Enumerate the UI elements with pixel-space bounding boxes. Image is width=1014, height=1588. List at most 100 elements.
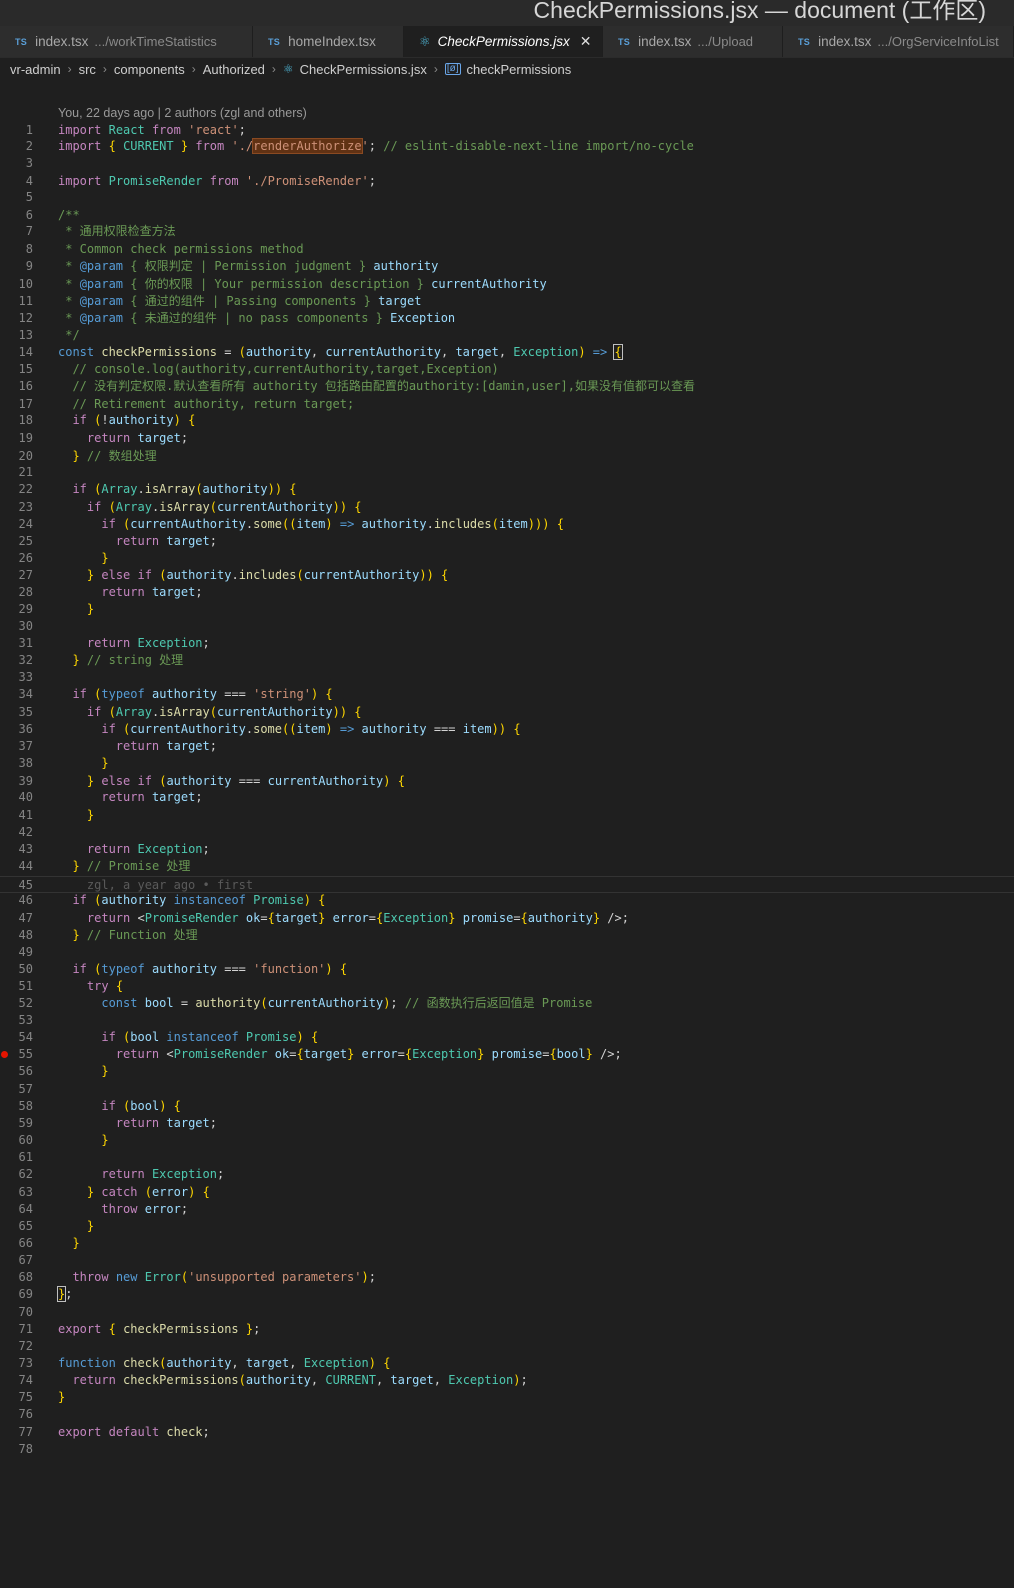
line-number[interactable]: 73 (0, 1355, 33, 1372)
line-number[interactable]: 22 (0, 481, 33, 498)
code-line[interactable]: 43 return Exception; (0, 841, 1014, 858)
breakpoint-icon[interactable] (1, 1051, 8, 1058)
code-line[interactable]: 60 } (0, 1132, 1014, 1149)
line-number[interactable]: 36 (0, 721, 33, 738)
code-line[interactable]: 21 (0, 464, 1014, 481)
code-line[interactable]: 52 const bool = authority(currentAuthori… (0, 995, 1014, 1012)
line-number[interactable]: 56 (0, 1063, 33, 1080)
code-line[interactable]: 8 * Common check permissions method (0, 241, 1014, 258)
line-number[interactable]: 74 (0, 1372, 33, 1389)
code-line[interactable]: 65 } (0, 1218, 1014, 1235)
code-line[interactable]: 58 if (bool) { (0, 1098, 1014, 1115)
code-line[interactable]: 24 if (currentAuthority.some((item) => a… (0, 516, 1014, 533)
breadcrumb-item-authorized[interactable]: Authorized (203, 62, 265, 77)
code-line[interactable]: 71 export { checkPermissions }; (0, 1321, 1014, 1338)
line-number[interactable]: 61 (0, 1149, 33, 1166)
line-number[interactable]: 19 (0, 430, 33, 447)
code-line[interactable]: 78 (0, 1441, 1014, 1458)
code-line[interactable]: 54 if (bool instanceof Promise) { (0, 1029, 1014, 1046)
code-line[interactable]: 11 * @param { 通过的组件 | Passing components… (0, 293, 1014, 310)
code-line[interactable]: 72 (0, 1338, 1014, 1355)
line-number[interactable]: 67 (0, 1252, 33, 1269)
code-line[interactable]: 61 (0, 1149, 1014, 1166)
line-number[interactable]: 78 (0, 1441, 33, 1458)
code-line[interactable]: 2 import { CURRENT } from './renderAuthor… (0, 138, 1014, 155)
code-line[interactable]: 42 (0, 824, 1014, 841)
tab-homeindex[interactable]: TS homeIndex.tsx (253, 26, 404, 57)
code-line[interactable]: 63 } catch (error) { (0, 1184, 1014, 1201)
line-number[interactable]: 10 (0, 276, 33, 293)
code-line[interactable]: 37 return target; (0, 738, 1014, 755)
line-number[interactable]: 32 (0, 652, 33, 669)
tab-index-orgserviceinfolist[interactable]: TS index.tsx .../OrgServiceInfoList (783, 26, 1014, 57)
line-number[interactable]: 39 (0, 773, 33, 790)
line-number[interactable]: 12 (0, 310, 33, 327)
line-number[interactable]: 38 (0, 755, 33, 772)
line-number[interactable]: 76 (0, 1406, 33, 1423)
breadcrumb-item-file[interactable]: CheckPermissions.jsx (300, 62, 427, 77)
codelens-blame[interactable]: You, 22 days ago | 2 authors (zgl and ot… (58, 106, 307, 120)
line-number[interactable]: 52 (0, 995, 33, 1012)
code-line[interactable]: 55 return <PromiseRender ok={target} err… (0, 1046, 1014, 1063)
breadcrumb-item-vr-admin[interactable]: vr-admin (10, 62, 61, 77)
code-line[interactable]: 68 throw new Error('unsupported paramete… (0, 1269, 1014, 1286)
line-number[interactable]: 27 (0, 567, 33, 584)
code-line[interactable]: 66 } (0, 1235, 1014, 1252)
line-number[interactable]: 71 (0, 1321, 33, 1338)
line-number[interactable]: 2 (0, 138, 33, 155)
line-number[interactable]: 17 (0, 396, 33, 413)
line-number[interactable]: 42 (0, 824, 33, 841)
line-number[interactable]: 25 (0, 533, 33, 550)
line-number[interactable]: 11 (0, 293, 33, 310)
code-line[interactable]: 9 * @param { 权限判定 | Permission judgment … (0, 258, 1014, 275)
line-number[interactable]: 63 (0, 1184, 33, 1201)
line-number[interactable]: 8 (0, 241, 33, 258)
code-line[interactable]: 10 * @param { 你的权限 | Your permission des… (0, 276, 1014, 293)
line-number[interactable]: 28 (0, 584, 33, 601)
line-number[interactable]: 77 (0, 1424, 33, 1441)
code-line[interactable]: 45 zgl, a year ago • first (0, 876, 1014, 893)
line-number[interactable]: 37 (0, 738, 33, 755)
line-number[interactable]: 51 (0, 978, 33, 995)
code-line[interactable]: 53 (0, 1012, 1014, 1029)
line-number[interactable]: 20 (0, 448, 33, 465)
code-line[interactable]: 32 } // string 处理 (0, 652, 1014, 669)
line-number[interactable]: 16 (0, 378, 33, 395)
line-number[interactable]: 54 (0, 1029, 33, 1046)
line-number[interactable]: 18 (0, 412, 33, 429)
code-line[interactable]: 35 if (Array.isArray(currentAuthority)) … (0, 704, 1014, 721)
code-line[interactable]: 5 (0, 189, 1014, 206)
line-number[interactable]: 26 (0, 550, 33, 567)
code-line[interactable]: 18 if (!authority) { (0, 412, 1014, 429)
code-line[interactable]: 4 import PromiseRender from './PromiseRen… (0, 173, 1014, 190)
code-line[interactable]: 69}; (0, 1286, 1014, 1303)
code-line[interactable]: 14 const checkPermissions = (authority, c… (0, 344, 1014, 361)
line-number[interactable]: 43 (0, 841, 33, 858)
code-line[interactable]: 33 (0, 669, 1014, 686)
code-line[interactable]: 46 if (authority instanceof Promise) { (0, 892, 1014, 909)
code-editor[interactable]: You, 22 days ago | 2 authors (zgl and ot… (0, 80, 1014, 1588)
code-line[interactable]: 23 if (Array.isArray(currentAuthority)) … (0, 499, 1014, 516)
line-number[interactable]: 69 (0, 1286, 33, 1303)
code-line[interactable]: 64 throw error; (0, 1201, 1014, 1218)
code-line[interactable]: 17 // Retirement authority, return targe… (0, 396, 1014, 413)
code-line[interactable]: 77 export default check; (0, 1424, 1014, 1441)
tab-index-worktimestatistics[interactable]: TS index.tsx .../workTimeStatistics (0, 26, 253, 57)
code-line[interactable]: 76 (0, 1406, 1014, 1423)
code-line[interactable]: 25 return target; (0, 533, 1014, 550)
line-number[interactable]: 44 (0, 858, 33, 875)
code-line[interactable]: 36 if (currentAuthority.some((item) => a… (0, 721, 1014, 738)
code-line[interactable]: 41 } (0, 807, 1014, 824)
line-number[interactable]: 62 (0, 1166, 33, 1183)
line-number[interactable]: 7 (0, 223, 33, 240)
close-icon[interactable]: ✕ (580, 33, 592, 50)
code-line[interactable]: 74 return checkPermissions(authority, CU… (0, 1372, 1014, 1389)
code-line[interactable]: 20 } // 数组处理 (0, 448, 1014, 465)
code-line[interactable]: 62 return Exception; (0, 1166, 1014, 1183)
code-line[interactable]: 7 * 通用权限检查方法 (0, 223, 1014, 240)
code-line[interactable]: 16 // 没有判定权限.默认查看所有 authority 包括路由配置的aut… (0, 378, 1014, 395)
line-number[interactable]: 21 (0, 464, 33, 481)
code-line[interactable]: 44 } // Promise 处理 (0, 858, 1014, 875)
breadcrumb-item-components[interactable]: components (114, 62, 185, 77)
code-line[interactable]: 75} (0, 1389, 1014, 1406)
